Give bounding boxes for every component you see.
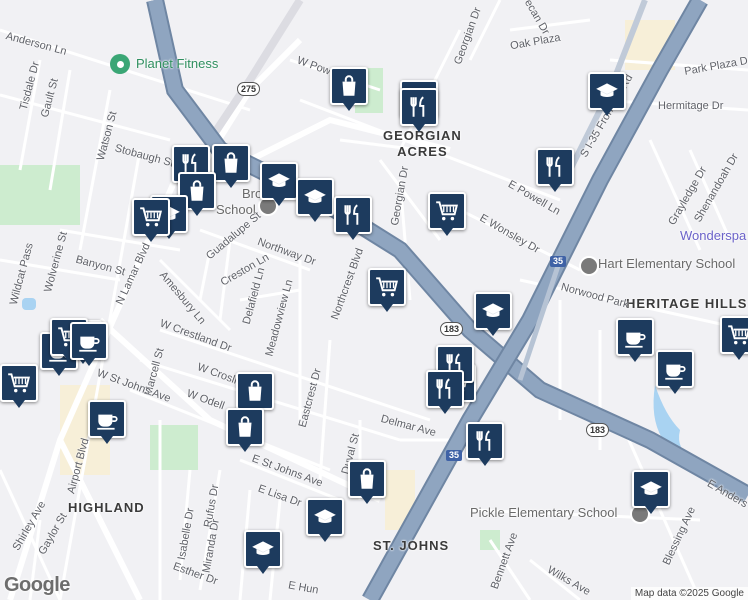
grocery-cart-marker-icon[interactable] (0, 364, 38, 408)
route-shield-183: 183 (440, 322, 464, 336)
grocery-cart-marker-icon[interactable] (368, 268, 406, 312)
grocery-cart-marker-icon[interactable] (428, 192, 466, 236)
restaurant-marker-icon[interactable] (466, 422, 504, 466)
cafe-marker-icon[interactable] (656, 350, 694, 394)
route-shield-i35: 35 (550, 256, 567, 267)
school-marker-icon[interactable] (474, 292, 512, 336)
cafe-marker-icon[interactable] (616, 318, 654, 362)
highway-275 (206, 0, 304, 143)
area-label-st-johns: ST. JOHNS (373, 538, 450, 553)
school-marker-icon[interactable] (260, 162, 298, 206)
restaurant-marker-icon[interactable] (536, 148, 574, 192)
map-canvas[interactable]: GEORGIAN ACRES HERITAGE HILLS HIGHLAND S… (0, 0, 748, 600)
poi-label-hart-elementary[interactable]: Hart Elementary School (598, 256, 735, 271)
shopping-bag-marker-icon[interactable] (226, 408, 264, 452)
school-marker-icon[interactable] (306, 498, 344, 542)
school-marker-icon[interactable] (588, 72, 626, 116)
school-dot-icon[interactable] (579, 256, 599, 276)
google-logo[interactable]: Google (4, 574, 70, 597)
area-label-georgian-acres: GEORGIAN ACRES (383, 128, 462, 159)
route-shield-275: 275 (237, 82, 261, 96)
area-label-heritage-hills: HERITAGE HILLS (626, 296, 748, 311)
restaurant-marker-icon[interactable] (426, 370, 464, 414)
grocery-cart-marker-icon[interactable] (132, 198, 170, 242)
school-marker-icon[interactable] (244, 530, 282, 574)
fitness-pin-icon[interactable] (110, 54, 130, 74)
park-area (150, 425, 198, 470)
route-shield-183: 183 (586, 423, 610, 437)
park-area (0, 165, 80, 225)
area-label-highland: HIGHLAND (68, 500, 145, 515)
shopping-bag-marker-icon[interactable] (348, 460, 386, 504)
route-shield-i35: 35 (446, 450, 463, 461)
poi-label-pickle-elementary[interactable]: Pickle Elementary School (470, 505, 617, 520)
school-marker-icon[interactable] (296, 178, 334, 222)
poi-label-wonderspaces[interactable]: Wonderspa (680, 228, 746, 243)
pond (22, 298, 36, 310)
school-marker-icon[interactable] (632, 470, 670, 514)
shopping-bag-marker-icon[interactable] (236, 372, 274, 416)
restaurant-marker-icon[interactable] (334, 196, 372, 240)
cafe-marker-icon[interactable] (88, 400, 126, 444)
cafe-marker-icon[interactable] (70, 322, 108, 366)
grocery-cart-marker-icon[interactable] (720, 316, 748, 360)
restaurant-marker-icon[interactable] (400, 88, 438, 132)
map-attribution: Map data ©2025 Google (630, 587, 748, 600)
shopping-bag-marker-icon[interactable] (330, 67, 368, 111)
shopping-bag-marker-icon[interactable] (212, 144, 250, 188)
street-label: Hermitage Dr (658, 100, 724, 112)
poi-label-planet-fitness[interactable]: Planet Fitness (136, 56, 218, 71)
